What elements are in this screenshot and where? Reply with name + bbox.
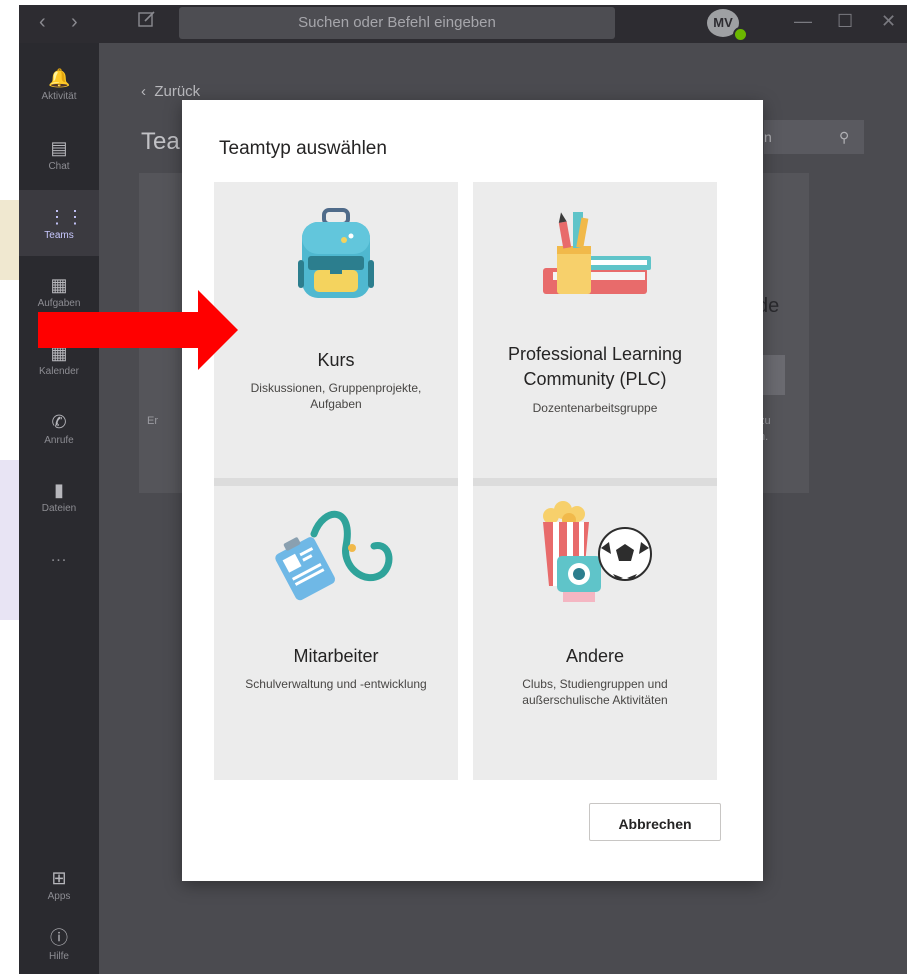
chat-icon: ▤ (50, 138, 68, 158)
tile-title: Andere (565, 646, 625, 666)
background-search[interactable]: n ⚲ (764, 120, 864, 154)
decor-stripe (0, 200, 19, 280)
tile-description: Diskussionen, Gruppenprojekte, Aufgaben (250, 381, 422, 411)
books-pencils-illustration (543, 212, 651, 294)
minimize-icon[interactable]: — (794, 11, 812, 32)
rail-item-help[interactable]: ⓘ Hilfe (19, 911, 99, 974)
rail-item-label: Aktivität (41, 91, 77, 102)
rail-item-files[interactable]: ▮ Dateien (19, 463, 99, 529)
cancel-button[interactable]: Abbrechen (589, 803, 721, 841)
rail-item-activity[interactable]: 🔔 Aktivität (19, 51, 99, 117)
rail-item-label: Teams (44, 230, 74, 241)
background-text: Er (147, 415, 158, 427)
phone-icon: ✆ (51, 412, 67, 432)
app-rail: 🔔 Aktivität ▤ Chat ⋮⋮ Teams ▦ Aufgaben ▦… (19, 43, 99, 974)
backpack-illustration (298, 208, 374, 298)
tile-title: Professional Learning Community (PLC) (507, 344, 683, 389)
rail-item-teams[interactable]: ⋮⋮ Teams (19, 190, 99, 256)
help-icon: ⓘ (50, 928, 68, 948)
background-search-text: n (764, 129, 772, 145)
file-icon: ▮ (54, 480, 64, 500)
forward-nav-icon[interactable]: › (71, 11, 78, 34)
teams-icon: ⋮⋮ (48, 207, 84, 227)
rail-item-label: Hilfe (48, 951, 69, 962)
tile-title: Mitarbeiter (293, 646, 379, 666)
team-type-dialog: Teamtyp auswählen Kurs Diskussionen, Gru… (182, 100, 763, 881)
search-input[interactable]: Suchen oder Befehl eingeben (179, 7, 615, 39)
back-nav-icon[interactable]: ‹ (39, 11, 46, 34)
rail-item-chat[interactable]: ▤ Chat (19, 121, 99, 187)
bell-icon: 🔔 (48, 68, 71, 88)
tile-plc[interactable]: Professional Learning Community (PLC) Do… (473, 182, 717, 486)
rail-item-label: Apps (47, 891, 71, 902)
rail-item-label: Chat (48, 161, 70, 172)
rail-item-apps[interactable]: ⊞ Apps (19, 851, 99, 917)
lanyard-badge-illustration (275, 510, 393, 601)
tile-title: Kurs (317, 350, 355, 370)
rail-item-calls[interactable]: ✆ Anrufe (19, 395, 99, 461)
tile-description: Dozentenarbeitsgruppe (532, 401, 658, 415)
presence-status-icon (733, 27, 748, 42)
more-apps-button[interactable]: ... (19, 548, 99, 566)
apps-icon: ⊞ (51, 868, 67, 888)
rail-item-label: Dateien (41, 503, 77, 514)
close-icon[interactable]: ✕ (881, 11, 896, 32)
tile-description: Clubs, Studiengruppen und außerschulisch… (522, 677, 668, 707)
back-link[interactable]: ‹ Zurück (141, 83, 200, 100)
dialog-title: Teamtyp auswählen (219, 138, 387, 159)
decor-stripe (0, 460, 19, 620)
popcorn-camera-ball-illustration (543, 501, 652, 602)
search-icon: ⚲ (839, 129, 850, 145)
tile-mitarbeiter[interactable]: Mitarbeiter Schulverwaltung und -entwick… (214, 486, 458, 780)
title-bar: ‹ › Suchen oder Befehl eingeben MV — ☐ ✕ (19, 5, 907, 43)
back-label: Zurück (154, 83, 201, 100)
maximize-icon[interactable]: ☐ (837, 11, 853, 32)
left-decoration (0, 0, 19, 974)
red-arrow-annotation (38, 290, 238, 370)
rail-item-label: Anrufe (44, 435, 74, 446)
compose-icon[interactable] (137, 9, 157, 29)
tile-description: Schulverwaltung und -entwicklung (245, 677, 427, 691)
page-title: Tea (141, 128, 180, 155)
tile-kurs[interactable]: Kurs Diskussionen, Gruppenprojekte, Aufg… (214, 182, 458, 486)
tile-andere[interactable]: Andere Clubs, Studiengruppen und außersc… (473, 486, 717, 780)
